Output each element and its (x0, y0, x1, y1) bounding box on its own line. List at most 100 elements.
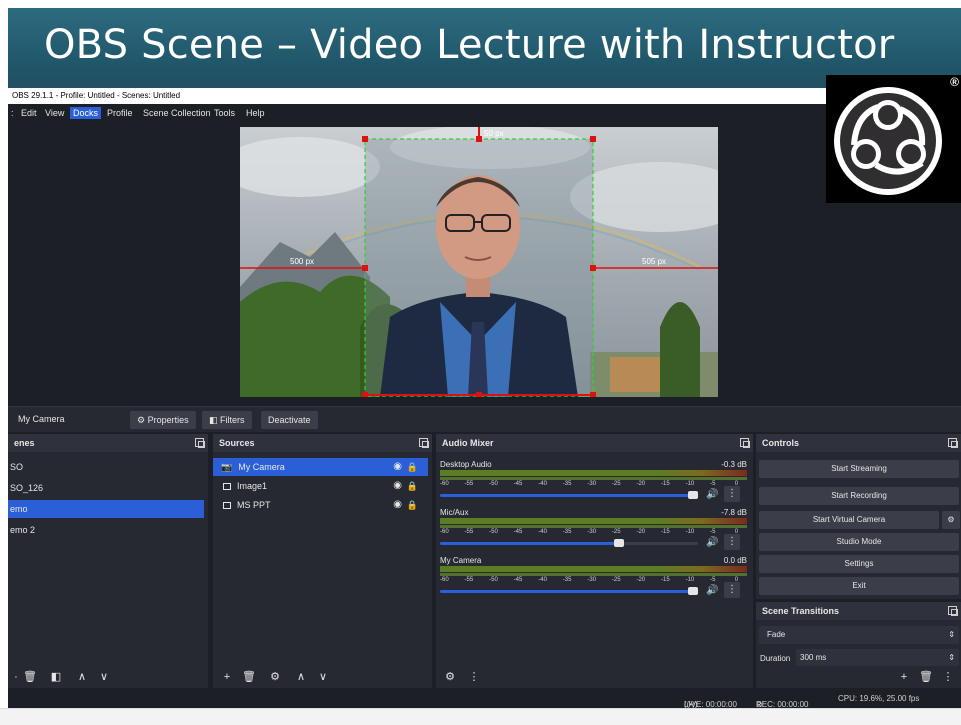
source-item-label: MS PPT (237, 500, 271, 510)
duration-input[interactable]: 300 ms ⇕ (796, 649, 959, 667)
scale-tick: -15 (661, 529, 670, 535)
mixer-channel-db: -0.3 dB (721, 460, 747, 469)
obs-logo-icon (834, 87, 942, 195)
filters-button-label: Filters (220, 415, 245, 425)
dock-float-icon[interactable] (740, 438, 750, 448)
guide-label-right: 505 px (642, 257, 666, 266)
eye-icon[interactable]: ◉ (393, 477, 402, 495)
studio-mode-button[interactable]: Studio Mode (759, 533, 959, 551)
source-toolbar: My Camera ⚙ Properties ◧ Filters Deactiv… (8, 406, 961, 432)
dock-float-icon[interactable] (948, 438, 958, 448)
move-up-icon[interactable]: ∧ (293, 669, 309, 685)
scale-tick: -20 (636, 481, 646, 487)
properties-button[interactable]: ⚙ Properties (130, 411, 196, 429)
filters-icon[interactable]: ◧ (48, 669, 64, 685)
deactivate-button[interactable]: Deactivate (261, 411, 318, 429)
more-options-icon[interactable]: ⋮ (724, 582, 740, 598)
menu-help[interactable]: Help (243, 107, 268, 119)
source-item[interactable]: 📷 My Camera ◉ 🔒 (213, 458, 428, 476)
move-down-icon[interactable]: ∨ (315, 669, 331, 685)
scale-tick: -15 (661, 577, 670, 583)
volume-slider-handle[interactable] (688, 491, 698, 499)
lock-icon[interactable]: 🔒 (407, 477, 418, 495)
menu-profile[interactable]: Profile (104, 107, 136, 119)
menu-file-partial[interactable]: : (8, 107, 17, 119)
volume-slider-fill (440, 590, 698, 593)
speaker-icon[interactable]: 🔊 (706, 585, 718, 596)
menu-view[interactable]: View (42, 107, 67, 119)
transition-select[interactable]: Fade ⇕ (759, 626, 959, 644)
trash-icon[interactable]: 🗑 (918, 669, 934, 685)
scale-tick: -55 (464, 529, 474, 535)
menu-tools[interactable]: Tools (211, 107, 238, 119)
obs-logo: ® (826, 75, 961, 203)
scale-tick: -35 (562, 481, 572, 487)
sources-dock-title: Sources (213, 434, 432, 452)
add-source-icon[interactable]: + (219, 669, 235, 685)
move-down-icon[interactable]: ∨ (96, 669, 112, 685)
move-up-icon[interactable]: ∧ (74, 669, 90, 685)
lock-icon[interactable]: 🔒 (407, 458, 418, 476)
lock-icon[interactable]: 🔒 (407, 496, 418, 514)
source-item[interactable]: Image1 ◉ 🔒 (213, 477, 428, 495)
scale-tick: -40 (538, 529, 547, 535)
trash-icon[interactable]: 🗑 (22, 669, 38, 685)
speaker-icon[interactable]: 🔊 (706, 537, 718, 548)
scene-item[interactable]: emo (8, 500, 204, 518)
audio-mixer-title-text: Audio Mixer (442, 438, 494, 448)
scale-tick: -35 (562, 529, 572, 535)
scenes-dock-title: enes (8, 434, 208, 452)
eye-icon[interactable]: ◉ (393, 496, 402, 514)
filters-button[interactable]: ◧ Filters (202, 411, 252, 429)
start-recording-button[interactable]: Start Recording (759, 487, 959, 505)
volume-slider-handle[interactable] (688, 587, 698, 595)
window-capture-icon (223, 502, 231, 509)
settings-button[interactable]: Settings (759, 555, 959, 573)
scene-item[interactable]: SO (8, 458, 204, 476)
more-options-icon[interactable]: ⋮ (724, 534, 740, 550)
scale-tick: -15 (661, 481, 670, 487)
transition-select-value: Fade (767, 630, 786, 639)
scale-tick: -10 (685, 529, 695, 535)
sources-dock: Sources 📷 My Camera ◉ 🔒 Image1 ◉ 🔒 MS PPT… (213, 434, 432, 688)
scale-tick: -45 (513, 529, 523, 535)
mixer-channel-my-camera: My Camera 0.0 dB -60 -55 -50 -45 -40 -35 -30 -2… (436, 556, 753, 604)
more-options-icon[interactable]: ⋮ (724, 486, 740, 502)
dock-float-icon[interactable] (419, 438, 429, 448)
menu-scene-collection[interactable]: Scene Collection (140, 107, 214, 119)
meter-scale: -60 -55 -50 -45 -40 -35 -30 -25 -20 -15 -10 -5 0 (440, 481, 747, 489)
volume-meter (440, 566, 747, 572)
guide-label-left: 500 px (290, 257, 314, 266)
dock-float-icon[interactable] (948, 606, 958, 616)
more-options-icon[interactable]: ⋮ (466, 669, 482, 685)
menu-bar: : Edit View Docks Profile Scene Collecti… (8, 104, 961, 122)
menu-edit[interactable]: Edit (18, 107, 40, 119)
scale-tick: -20 (636, 577, 646, 583)
slide-footer (0, 708, 961, 725)
gear-icon[interactable]: ⚙ (267, 669, 283, 685)
source-item[interactable]: MS PPT ◉ 🔒 (213, 496, 428, 514)
start-streaming-button[interactable]: Start Streaming (759, 460, 959, 478)
transitions-toolbar: + 🗑 ⋮ (756, 666, 961, 688)
virtual-camera-settings-button[interactable]: ⚙ (942, 511, 960, 529)
scene-item[interactable]: SO_126 (8, 479, 204, 497)
preview-canvas[interactable]: 50 px 500 px 505 px (240, 127, 718, 397)
trash-icon[interactable]: 🗑 (241, 669, 257, 685)
guide-label-top: 50 px (484, 129, 504, 138)
scale-tick: -60 (440, 529, 449, 535)
menu-docks[interactable]: Docks (70, 107, 102, 119)
volume-meter-peak (440, 477, 747, 480)
advanced-audio-icon[interactable]: ⚙ (442, 669, 458, 685)
add-transition-icon[interactable]: + (896, 669, 912, 685)
dock-float-icon[interactable] (195, 438, 205, 448)
more-options-icon[interactable]: ⋮ (940, 669, 956, 685)
sources-toolbar: + 🗑 ⚙ ∧ ∨ (213, 666, 432, 688)
scale-tick: -30 (587, 577, 597, 583)
start-virtual-camera-button[interactable]: Start Virtual Camera (759, 511, 939, 529)
exit-button[interactable]: Exit (759, 577, 959, 595)
eye-icon[interactable]: ◉ (393, 458, 402, 476)
speaker-icon[interactable]: 🔊 (706, 489, 718, 500)
volume-slider-handle[interactable] (614, 539, 624, 547)
gear-icon: ⚙ (137, 415, 148, 425)
scene-item[interactable]: emo 2 (8, 521, 204, 539)
